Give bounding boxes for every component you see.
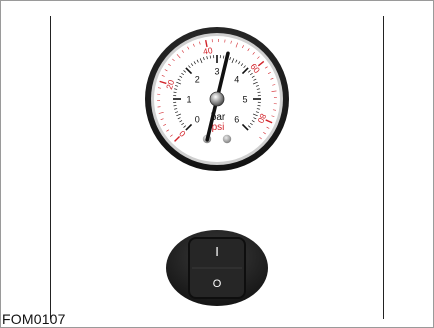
figure-code: FOM0107 [2,311,66,327]
switch-off-symbol: O [213,278,222,290]
bar-scale-label: 6 [234,114,239,124]
bar-scale-label: 5 [242,95,247,105]
switch-on-symbol: I [215,244,219,259]
calibration-screw-right [222,134,232,144]
left-panel-edge [50,16,51,319]
right-panel-edge [383,16,384,319]
bar-scale-label: 1 [186,95,191,105]
bar-scale-label: 3 [214,67,219,77]
pressure-gauge: 0123456020406080 bar psi [145,27,289,171]
bar-scale-label: 0 [195,114,200,124]
rocker-switch[interactable]: I O [164,228,270,308]
unit-psi-label: psi [212,122,225,133]
bar-scale-label: 4 [234,75,239,85]
bar-scale-label: 2 [195,75,200,85]
needle-hub [209,91,225,107]
